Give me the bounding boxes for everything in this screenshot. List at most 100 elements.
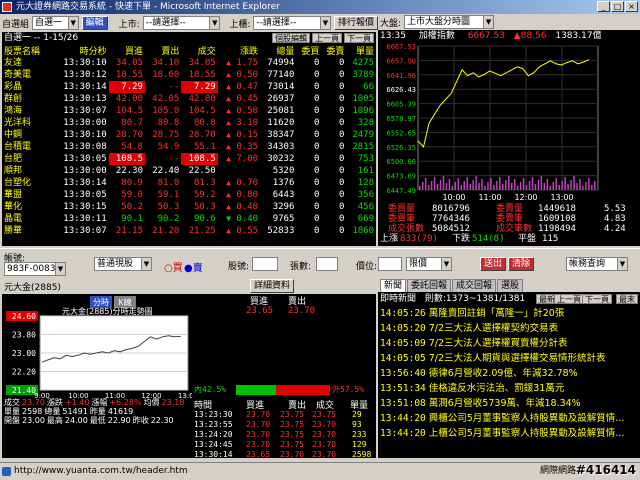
table-row[interactable]: 奇美電 13:30:12 18.55 18.60 18.55 ▲ 0.50 77140 0 0 3… (2, 69, 376, 81)
stock-code-input[interactable] (252, 257, 278, 271)
otc-select[interactable]: --請選擇-- ▼ (253, 16, 331, 30)
table-row[interactable]: 光洋科 13:30:00 80.7 80.8 80.8 ▲ 3.10 11620 0 0 328 (2, 117, 376, 129)
account-query-select[interactable]: 帳務查詢 ▼ (566, 257, 628, 271)
rank-quote-button[interactable]: 排行報價 (333, 16, 378, 30)
table-row[interactable]: 台塑化 13:30:14 80.9 81.0 81.3 ▲ 0.70 1376 0 0 128 (2, 177, 376, 189)
table-row[interactable]: 勝華 13:30:07 21.15 21.20 21.25 ▲ 0.55 52833 0 0 18… (2, 225, 376, 237)
trade-cell: 2598 (352, 450, 372, 458)
depth-row (192, 354, 376, 366)
stat-ratio: 4.24 (604, 224, 626, 234)
trade-row: 13:24:20 23.70 23.75 23.70 233 (192, 430, 376, 440)
list-item[interactable]: 14:05:09 7/2三大法人選擇權買賣權分計表 (378, 336, 640, 351)
quantity-input[interactable] (316, 257, 338, 271)
table-row[interactable]: 中鋼 13:30:10 28.70 28.75 28.70 ▲ 0.15 38347 0 0 24… (2, 129, 376, 141)
news-prev-button[interactable]: 上一頁 (554, 294, 584, 304)
last-price: 42.00 (188, 94, 216, 104)
trade-cell: 23.70 (246, 430, 271, 439)
buy-label: 買 (172, 263, 183, 274)
next-page-button[interactable]: 下一頁 (344, 33, 374, 43)
table-row[interactable]: 華盟 13:30:05 59.0 59.1 59.2 ▲ 0.80 6443 0 0 356 (2, 189, 376, 201)
chevron-down-icon: ▼ (141, 258, 151, 270)
table-row[interactable]: 台肥 13:30:05 108.5 -- 108.5 ▲ 7.00 30232 0 0 753 (2, 153, 376, 165)
prev-page-button[interactable]: 上一頁 (312, 33, 342, 43)
group-select[interactable]: 自選一 ▼ (32, 16, 79, 30)
stock-name: 勝華 (4, 226, 23, 236)
list-item[interactable]: 13:44:20 上櫃公司5月董事監察人持股異動及設解質情... (378, 426, 640, 441)
news-time: 13:44:20 (380, 413, 426, 424)
table-row[interactable]: 台積電 13:30:08 54.8 54.9 55.1 ▲ 0.35 34303 0 0 2815 (2, 141, 376, 153)
total-volume: 73014 (267, 82, 295, 92)
quote-toolbar: 自選組 自選一 ▼ 編輯 上市: --請選擇-- ▼ 上櫃: --請選擇-- ▼ 排行… (0, 14, 378, 32)
trade-time: 13:30:15 (63, 202, 107, 212)
ask-price: 90.2 (157, 214, 180, 224)
minimize-button[interactable]: _ (597, 1, 610, 12)
chevron-down-icon: ▼ (441, 258, 451, 270)
total-volume: 52833 (267, 226, 295, 236)
trade-cell: 23.70 (312, 420, 337, 429)
info-label: 開盤 (4, 416, 20, 425)
table-row[interactable]: 鴻海 13:30:07 104.5 105.0 104.5 ▲ 0.50 25081 0 0 10… (2, 105, 376, 117)
column-header: 買進 (124, 47, 143, 57)
send-order-button[interactable]: 送出 (480, 257, 507, 271)
trade-time: 13:30:00 (63, 166, 107, 176)
ask-orders: 0 (338, 106, 345, 116)
tab-news[interactable]: 新聞 (380, 279, 407, 292)
last-price: 81.3 (193, 178, 216, 188)
maximize-button[interactable]: □ (611, 1, 624, 12)
price-type-select[interactable]: 限價 ▼ (406, 257, 452, 271)
change-value: 0.45 (230, 94, 259, 104)
x-tick-label: 12:00 (514, 193, 537, 202)
buy-radio[interactable]: ○買 (164, 259, 183, 274)
trade-cell: 233 (352, 430, 367, 439)
tab-order-report[interactable]: 委託回報 (407, 279, 452, 292)
table-row[interactable]: 晶電 13:30:11 90.1 90.2 90.6 ▼ 0.40 9765 0 0 669 (2, 213, 376, 225)
table-row[interactable]: 順邦 13:30:00 22.30 22.40 22.50 5320 0 0 161 (2, 165, 376, 177)
market-select[interactable]: 上市大盤分時圖 ▼ (404, 15, 495, 29)
list-item[interactable]: 13:51:34 佳格違反水污法治、罰鍰31萬元 (378, 381, 640, 396)
list-item[interactable]: 13:44:20 興櫃公司5月董事監察人持股異動及設解質情... (378, 411, 640, 426)
clear-order-button[interactable]: 清除 (508, 257, 535, 271)
listed-select[interactable]: --請選擇-- ▼ (142, 16, 221, 30)
bid-price: 59.0 (121, 190, 143, 200)
last-price: 7.29 (181, 81, 218, 93)
account-select[interactable]: 983F-0083658▼ (4, 262, 66, 276)
total-volume: 25081 (267, 106, 295, 116)
table-row[interactable]: 友達 13:30:10 34.05 34.10 34.05 ▲ 1.75 74994 0 0 42… (2, 57, 376, 69)
y-tick-label: 23.00 (12, 349, 36, 358)
info-label: 昨量 (89, 407, 106, 416)
list-item[interactable]: 14:05:26 萬隆賣回註銷「萬隆一」計20張 (378, 306, 640, 321)
news-last-button[interactable]: 最末 (616, 294, 638, 304)
sell-radio[interactable]: ●賣 (184, 259, 203, 274)
info-value: 51491 (62, 407, 88, 416)
volume-bar (469, 184, 471, 190)
edit-group-button[interactable]: 編輯 (81, 16, 108, 30)
table-row[interactable]: 彩晶 13:30:14 7.29 -- 7.29 ▲ 0.47 73014 0 0 66 (2, 81, 376, 93)
table-row[interactable]: 群創 13:30:13 42.00 42.05 42.00 ▲ 0.45 26937 0 0 10… (2, 93, 376, 105)
order-type-select[interactable]: 普通現股 ▼ (94, 257, 152, 271)
down-count: 514(8) (472, 234, 505, 244)
quote-table: 股票名稱 時分秒 買進 賣出 成交 漲跌 總量 委買 委賣 單量 友達 13:30:10 34.05 3… (2, 44, 376, 237)
list-item[interactable]: 13:56:40 德律6月營收2.09億、年減32.78% (378, 366, 640, 381)
list-item[interactable]: 14:05:20 7/2三大法人選擇權契約交易表 (378, 321, 640, 336)
price-input[interactable] (378, 257, 402, 271)
bid-price: 7.29 (108, 81, 145, 93)
volume-bar (588, 178, 590, 190)
info-label: 成交 (4, 398, 20, 407)
list-item[interactable]: 13:51:08 萬潤6月營收5739萬、年減18.34% (378, 396, 640, 411)
volume-bar (478, 183, 480, 190)
volume-bar (552, 182, 554, 190)
tab-fill-report[interactable]: 成交回報 (452, 279, 497, 292)
list-item[interactable]: 14:05:05 7/2三大法人期貨與選擇權交易情形統計表 (378, 351, 640, 366)
detail-button[interactable]: 詳細資料 (250, 279, 295, 293)
table-row[interactable]: 華化 13:30:15 50.2 50.3 50.3 ▲ 0.40 3296 0 0 456 (2, 201, 376, 213)
tab-stock-picker[interactable]: 選股 (497, 279, 524, 292)
stat-label: 委買量 (388, 204, 416, 214)
index-value: 6667.53 (467, 31, 505, 41)
trade-time: 13:30:14 (63, 178, 107, 188)
change-value: 0.55 (230, 226, 259, 236)
news-next-button[interactable]: 下一頁 (582, 294, 612, 304)
edit-stock-button[interactable]: 個股編輯 (272, 33, 310, 43)
stat-label: 委買筆 (388, 214, 416, 224)
trade-time: 13:30:12 (63, 70, 107, 80)
close-button[interactable]: × (625, 1, 638, 12)
